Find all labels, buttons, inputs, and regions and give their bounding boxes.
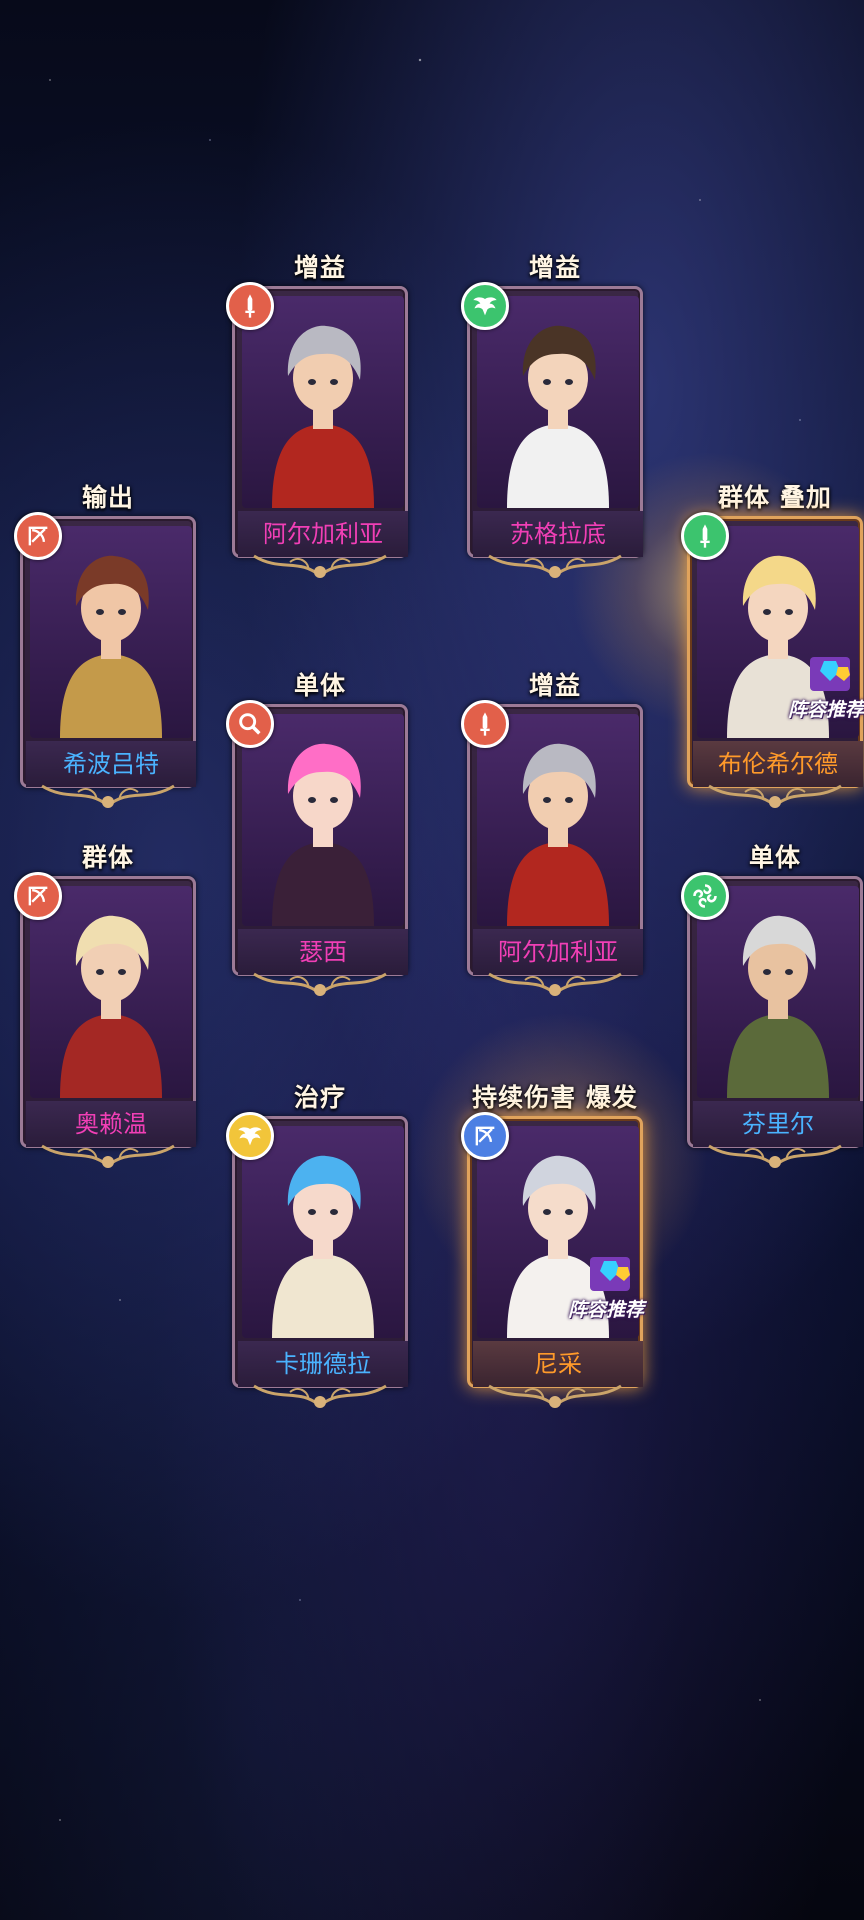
- magic-icon: [226, 700, 274, 748]
- role-tag-title: 单体: [748, 843, 801, 872]
- recommended-badge: 阵容推荐: [787, 699, 864, 721]
- hero-portrait: [242, 296, 404, 508]
- card-ornament: [485, 968, 625, 1002]
- bow-icon: [461, 1112, 509, 1160]
- hero-portrait: [477, 296, 639, 508]
- sword-icon: [681, 512, 729, 560]
- hero-portrait: [30, 526, 192, 738]
- card-ornament: [250, 550, 390, 584]
- sword-icon: [226, 282, 274, 330]
- swirl-icon: [681, 872, 729, 920]
- hero-card[interactable]: 阿尔加利亚: [461, 700, 643, 1004]
- gem-icon: [804, 649, 856, 695]
- card-ornament: [250, 968, 390, 1002]
- sword-icon: [461, 700, 509, 748]
- hero-portrait: [697, 886, 859, 1098]
- hero-card-slot[interactable]: 单体 瑟西: [226, 668, 408, 1004]
- role-tag-title: 增益: [528, 671, 581, 700]
- card-ornament: [38, 1140, 178, 1174]
- hero-card[interactable]: 阿尔加利亚: [226, 282, 408, 586]
- hero-portrait: [242, 714, 404, 926]
- bow-icon: [14, 872, 62, 920]
- hero-card-slot[interactable]: 增益 苏格拉底: [461, 250, 643, 586]
- gem-icon: [584, 1249, 636, 1295]
- bow-icon: [14, 512, 62, 560]
- hero-card[interactable]: 卡珊德拉: [226, 1112, 408, 1416]
- hero-card[interactable]: 奥赖温: [14, 872, 196, 1176]
- card-ornament: [705, 780, 845, 814]
- role-tag-title: 治疗: [293, 1083, 346, 1112]
- hero-card[interactable]: 阵容推荐 尼采: [461, 1112, 644, 1416]
- hero-card-slot[interactable]: 增益 阿尔加利亚: [461, 668, 643, 1004]
- role-tag-title: 单体: [293, 671, 346, 700]
- role-tag-title: 群体: [81, 843, 134, 872]
- hero-card[interactable]: 阵容推荐 布伦希尔德: [681, 512, 864, 816]
- hero-portrait: [477, 714, 639, 926]
- hero-card-slot[interactable]: 治疗 卡珊德拉: [226, 1080, 408, 1416]
- hero-card-slot[interactable]: 群体 奥赖温: [14, 840, 196, 1176]
- recommended-badge: 阵容推荐: [567, 1299, 644, 1321]
- card-ornament: [485, 1380, 625, 1414]
- hero-portrait: [242, 1126, 404, 1338]
- hero-card-slot[interactable]: 群体 叠加 阵容推荐 布伦希尔德: [681, 480, 864, 816]
- hero-card[interactable]: 瑟西: [226, 700, 408, 1004]
- card-ornament: [705, 1140, 845, 1174]
- hero-card-slot[interactable]: 输出 希波吕特: [14, 480, 196, 816]
- card-ornament: [250, 1380, 390, 1414]
- card-ornament: [485, 550, 625, 584]
- hero-card-slot[interactable]: 增益 阿尔加利亚: [226, 250, 408, 586]
- card-ornament: [38, 780, 178, 814]
- role-tag-title: 输出: [81, 483, 134, 512]
- hero-card[interactable]: 苏格拉底: [461, 282, 643, 586]
- wings-icon: [226, 1112, 274, 1160]
- role-tag-title: 持续伤害 爆发: [472, 1083, 638, 1112]
- wings-icon: [461, 282, 509, 330]
- hero-card-slot[interactable]: 单体 芬里尔: [681, 840, 863, 1176]
- role-tag-title: 增益: [528, 253, 581, 282]
- hero-card[interactable]: 希波吕特: [14, 512, 196, 816]
- hero-card[interactable]: 芬里尔: [681, 872, 863, 1176]
- role-tag-title: 群体 叠加: [718, 483, 832, 512]
- hero-card-slot[interactable]: 持续伤害 爆发 阵容推荐 尼采: [461, 1080, 644, 1416]
- hero-portrait: [30, 886, 192, 1098]
- role-tag-title: 增益: [293, 253, 346, 282]
